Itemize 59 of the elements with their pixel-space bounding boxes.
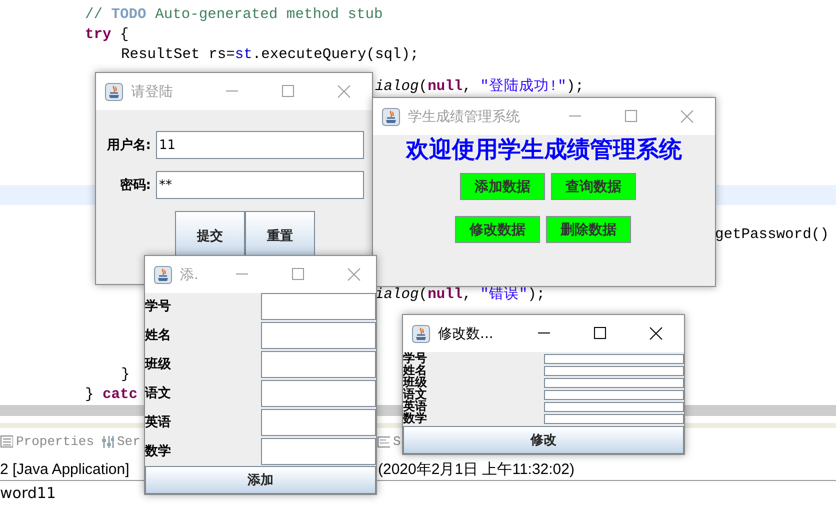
menu-button[interactable]: 添加数据 [460,173,545,200]
field-label: 学号 [145,298,171,316]
field-label: 英语 [403,401,427,412]
java-cup-icon [105,82,123,100]
close-icon[interactable] [649,327,663,340]
java-cup-icon [154,266,172,284]
field-label: 语文 [145,384,171,403]
text-field[interactable] [261,351,376,378]
window-title: 修改数... [438,324,494,342]
code-line: } [121,366,130,385]
menu-button[interactable]: 删除数据 [546,216,631,243]
field-label: 姓名 [403,365,427,376]
text-field[interactable] [544,390,684,400]
menu-button[interactable]: 查询数据 [551,173,636,200]
code-line: ResultSet rs=st.executeQuery(sql); [121,46,419,65]
window-title: 学生成绩管理系统 [408,108,521,126]
text-field[interactable]: 11 [156,131,364,159]
field-label: 班级 [145,356,171,374]
field-label: 用户名: [106,136,151,154]
text-field[interactable] [544,414,684,424]
panel-tab[interactable]: Properties [0,434,94,449]
text-field[interactable] [261,438,376,465]
submit-button[interactable]: 修改 [403,426,684,454]
text-field[interactable] [544,366,684,376]
field-label: 学号 [403,353,427,364]
submit-button[interactable]: 添加 [145,466,376,494]
launch-time: (2020年2月1日 上午11:32:02) [378,460,574,480]
welcome-heading: 欢迎使用学生成绩管理系统 [404,136,683,164]
text-field[interactable] [261,380,376,407]
text-field[interactable] [544,354,684,364]
menu-button[interactable]: 修改数据 [455,216,540,243]
code-line: // TODO Auto-generated method stub [85,6,383,25]
panel-tab[interactable]: Ser [101,434,140,449]
text-field[interactable] [544,378,684,388]
code-line: } catc [85,386,138,405]
code-line: try { [85,26,129,45]
window-title: 添. [180,266,200,284]
field-label: 密码: [118,176,151,194]
maximize-icon[interactable] [593,327,607,339]
field-label: 英语 [145,414,171,432]
java-cup-icon [412,324,430,342]
field-label: 班级 [403,377,427,388]
text-field[interactable] [544,402,684,412]
panel-tab[interactable]: S [377,434,401,449]
field-label: 姓名 [145,327,171,345]
console-title: 2 [Java Application] [0,460,130,480]
console-output: word11 [0,484,56,502]
field-label: 数学 [403,413,427,424]
code-line: getPassword() [715,226,829,245]
java-cup-icon [382,108,400,126]
text-field[interactable] [261,293,376,320]
field-label: 数学 [145,443,171,461]
text-field[interactable] [261,322,376,349]
field-label: 语文 [403,389,427,400]
code-line: ialog(null, "登陆成功!"); [375,79,584,97]
window-title: 请登陆 [131,82,174,100]
text-field[interactable] [261,409,376,436]
view-icon [101,434,114,449]
text-field[interactable]: ** [156,171,364,199]
